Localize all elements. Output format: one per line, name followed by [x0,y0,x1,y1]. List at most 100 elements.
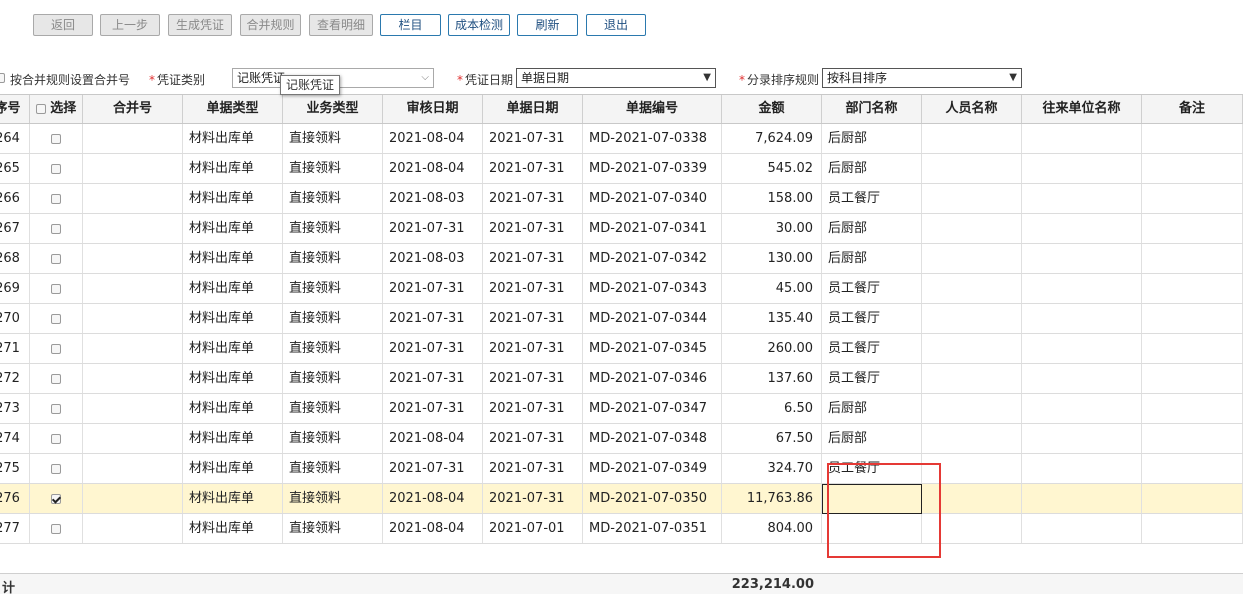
header-audit-date[interactable]: 审核日期 [383,95,483,123]
cell-audit-date[interactable]: 2021-08-04 [383,124,483,153]
cell-audit-date[interactable]: 2021-07-31 [383,304,483,333]
cell-doc-type[interactable]: 材料出库单 [183,184,283,213]
cell-audit-date[interactable]: 2021-08-04 [383,484,483,513]
cell-merge-no[interactable] [83,334,183,363]
table-row[interactable]: 269材料出库单直接领料2021-07-312021-07-31MD-2021-… [0,274,1243,304]
cell-biz-type[interactable]: 直接领料 [283,454,383,483]
cell-doc-date[interactable]: 2021-07-31 [483,454,583,483]
header-dept[interactable]: 部门名称 [822,95,922,123]
cell-partner[interactable] [1022,454,1142,483]
row-select-checkbox[interactable] [51,313,61,324]
cell-seq[interactable]: 272 [0,364,30,393]
cell-biz-type[interactable]: 直接领料 [283,154,383,183]
cell-dept[interactable]: 后厨部 [822,154,922,183]
cell-doc-type[interactable]: 材料出库单 [183,364,283,393]
cell-merge-no[interactable] [83,364,183,393]
cell-amount[interactable]: 137.60 [722,364,822,393]
row-select-checkbox[interactable] [51,343,61,354]
cell-person[interactable] [922,304,1022,333]
row-select-checkbox[interactable] [51,433,61,444]
generate-voucher-button[interactable]: 生成凭证 [168,14,232,36]
cell-partner[interactable] [1022,184,1142,213]
table-row[interactable]: 275材料出库单直接领料2021-07-312021-07-31MD-2021-… [0,454,1243,484]
cell-select[interactable] [30,424,83,453]
cell-merge-no[interactable] [83,124,183,153]
cell-dept[interactable]: 后厨部 [822,394,922,423]
cell-doc-no[interactable]: MD-2021-07-0339 [583,154,722,183]
cell-merge-no[interactable] [83,184,183,213]
cell-doc-type[interactable]: 材料出库单 [183,514,283,543]
row-select-checkbox[interactable] [51,463,61,474]
cell-audit-date[interactable]: 2021-08-03 [383,184,483,213]
cell-partner[interactable] [1022,334,1142,363]
cell-doc-date[interactable]: 2021-07-31 [483,484,583,513]
table-row[interactable]: 264 材料出库单直接领料2021-08-042021-07-31MD-2021-… [0,124,1243,154]
cell-biz-type[interactable]: 直接领料 [283,424,383,453]
cell-biz-type[interactable]: 直接领料 [283,514,383,543]
cell-select[interactable] [30,274,83,303]
table-row[interactable]: 270材料出库单直接领料2021-07-312021-07-31MD-2021-… [0,304,1243,334]
cell-seq[interactable]: 276 [0,484,30,513]
cell-merge-no[interactable] [83,424,183,453]
cell-person[interactable] [922,424,1022,453]
cell-select[interactable] [30,334,83,363]
header-seq[interactable]: 序号 [0,95,30,123]
cell-partner[interactable] [1022,304,1142,333]
cell-dept[interactable]: 员工餐厅 [822,304,922,333]
view-detail-button[interactable]: 查看明细 [309,14,373,36]
header-person[interactable]: 人员名称 [922,95,1022,123]
cell-audit-date[interactable]: 2021-08-04 [383,154,483,183]
cell-doc-no[interactable]: MD-2021-07-0342 [583,244,722,273]
cell-select[interactable] [30,514,83,543]
row-select-checkbox[interactable] [51,403,61,414]
cell-select[interactable] [30,214,83,243]
cell-doc-date[interactable]: 2021-07-31 [483,364,583,393]
cell-partner[interactable] [1022,154,1142,183]
cell-partner[interactable] [1022,244,1142,273]
cell-doc-type[interactable]: 材料出库单 [183,274,283,303]
cell-seq[interactable]: 273 [0,394,30,423]
cell-person[interactable] [922,364,1022,393]
cell-select[interactable] [30,154,83,183]
cell-doc-type[interactable]: 材料出库单 [183,214,283,243]
cost-check-button[interactable]: 成本检测 [448,14,510,36]
cell-dept[interactable]: 员工餐厅 [822,274,922,303]
cell-partner[interactable] [1022,394,1142,423]
cell-biz-type[interactable]: 直接领料 [283,244,383,273]
cell-note[interactable] [1142,124,1243,153]
table-row[interactable]: 265 材料出库单直接领料2021-08-042021-07-31MD-2021-… [0,154,1243,184]
cell-doc-date[interactable]: 2021-07-31 [483,244,583,273]
merge-rule-checkbox[interactable] [0,73,5,83]
cell-select[interactable] [30,304,83,333]
cell-amount[interactable]: 6.50 [722,394,822,423]
cell-doc-no[interactable]: MD-2021-07-0341 [583,214,722,243]
table-row[interactable]: 276 材料出库单直接领料2021-08-042021-07-31MD-2021-… [0,484,1243,514]
cell-amount[interactable]: 260.00 [722,334,822,363]
cell-doc-no[interactable]: MD-2021-07-0350 [583,484,722,513]
cell-seq[interactable]: 264 [0,124,30,153]
cell-audit-date[interactable]: 2021-07-31 [383,214,483,243]
cell-note[interactable] [1142,514,1243,543]
cell-person[interactable] [922,184,1022,213]
cell-amount[interactable]: 130.00 [722,244,822,273]
cell-doc-no[interactable]: MD-2021-07-0351 [583,514,722,543]
table-row[interactable]: 273材料出库单直接领料2021-07-312021-07-31MD-2021-… [0,394,1243,424]
cell-note[interactable] [1142,304,1243,333]
cell-seq[interactable]: 267 [0,214,30,243]
cell-doc-no[interactable]: MD-2021-07-0345 [583,334,722,363]
cell-person[interactable] [922,394,1022,423]
exit-button[interactable]: 退出 [586,14,646,36]
cell-audit-date[interactable]: 2021-08-03 [383,244,483,273]
cell-doc-type[interactable]: 材料出库单 [183,454,283,483]
cell-doc-no[interactable]: MD-2021-07-0343 [583,274,722,303]
cell-note[interactable] [1142,214,1243,243]
cell-note[interactable] [1142,454,1243,483]
cell-person[interactable] [922,124,1022,153]
cell-amount[interactable]: 67.50 [722,424,822,453]
row-select-checkbox[interactable] [51,163,61,174]
header-biz-type[interactable]: 业务类型 [283,95,383,123]
cell-doc-no[interactable]: MD-2021-07-0340 [583,184,722,213]
header-select[interactable]: 选择 [30,95,83,123]
cell-select[interactable] [30,184,83,213]
table-row[interactable]: 267材料出库单直接领料2021-07-312021-07-31MD-2021-… [0,214,1243,244]
